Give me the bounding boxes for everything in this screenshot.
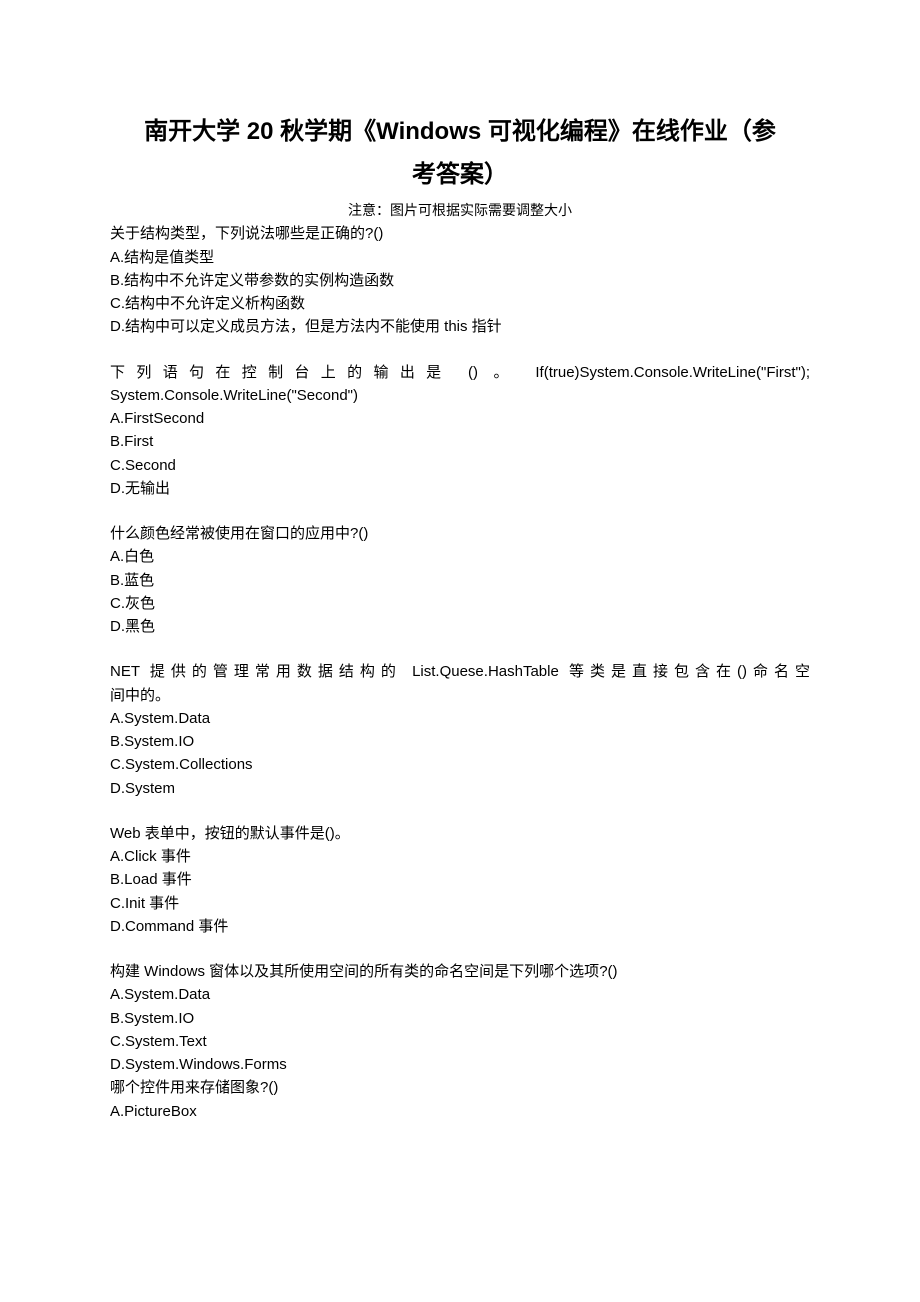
question-block: 关于结构类型，下列说法哪些是正确的?() A.结构是值类型 B.结构中不允许定义… [110,222,810,338]
question-block: 什么颜色经常被使用在窗口的应用中?() A.白色 B.蓝色 C.灰色 D.黑色 [110,522,810,638]
question-option: D.System.Windows.Forms [110,1053,810,1076]
question-text-line-2: System.Console.WriteLine("Second") [110,384,810,407]
question-option: B.System.IO [110,1007,810,1030]
question-option: A.System.Data [110,707,810,730]
title-line-1: 南开大学 20 秋学期《Windows 可视化编程》在线作业（参 [110,110,810,153]
title-line-2: 考答案） [110,153,810,196]
question-option: A.System.Data [110,983,810,1006]
document-title: 南开大学 20 秋学期《Windows 可视化编程》在线作业（参 考答案） [110,110,810,196]
question-option: B.Load 事件 [110,868,810,891]
question-option: A.FirstSecond [110,407,810,430]
document-note: 注意：图片可根据实际需要调整大小 [110,200,810,220]
question-option: C.System.Collections [110,753,810,776]
question-option: B.First [110,430,810,453]
question-text-line-1: NET 提供的管理常用数据结构的 List.Quese.HashTable 等类… [110,660,810,683]
question-option: D.Command 事件 [110,915,810,938]
question-block: 构建 Windows 窗体以及其所使用空间的所有类的命名空间是下列哪个选项?()… [110,960,810,1076]
question-option: C.Second [110,454,810,477]
question-text: 关于结构类型，下列说法哪些是正确的?() [110,222,810,245]
question-block: Web 表单中，按钮的默认事件是()。 A.Click 事件 B.Load 事件… [110,822,810,938]
question-text: 构建 Windows 窗体以及其所使用空间的所有类的命名空间是下列哪个选项?() [110,960,810,983]
question-option: A.白色 [110,545,810,568]
question-block: 哪个控件用来存储图象?() A.PictureBox [110,1076,810,1123]
question-text-line-1: 下列语句在控制台上的输出是 () 。 If(true)System.Consol… [110,361,810,384]
question-block: NET 提供的管理常用数据结构的 List.Quese.HashTable 等类… [110,660,810,800]
question-text-line-2: 间中的。 [110,684,810,707]
question-text: 什么颜色经常被使用在窗口的应用中?() [110,522,810,545]
question-option: B.结构中不允许定义带参数的实例构造函数 [110,269,810,292]
question-text: Web 表单中，按钮的默认事件是()。 [110,822,810,845]
question-option: B.System.IO [110,730,810,753]
question-option: D.无输出 [110,477,810,500]
question-option: A.Click 事件 [110,845,810,868]
question-option: D.结构中可以定义成员方法，但是方法内不能使用 this 指针 [110,315,810,338]
question-option: D.黑色 [110,615,810,638]
question-option: C.灰色 [110,592,810,615]
question-option: C.Init 事件 [110,892,810,915]
question-option: B.蓝色 [110,569,810,592]
question-option: C.System.Text [110,1030,810,1053]
question-option: D.System [110,777,810,800]
document-page: 南开大学 20 秋学期《Windows 可视化编程》在线作业（参 考答案） 注意… [0,0,920,1302]
question-option: A.PictureBox [110,1100,810,1123]
question-option: A.结构是值类型 [110,246,810,269]
question-option: C.结构中不允许定义析构函数 [110,292,810,315]
question-text: 哪个控件用来存储图象?() [110,1076,810,1099]
question-block: 下列语句在控制台上的输出是 () 。 If(true)System.Consol… [110,361,810,501]
